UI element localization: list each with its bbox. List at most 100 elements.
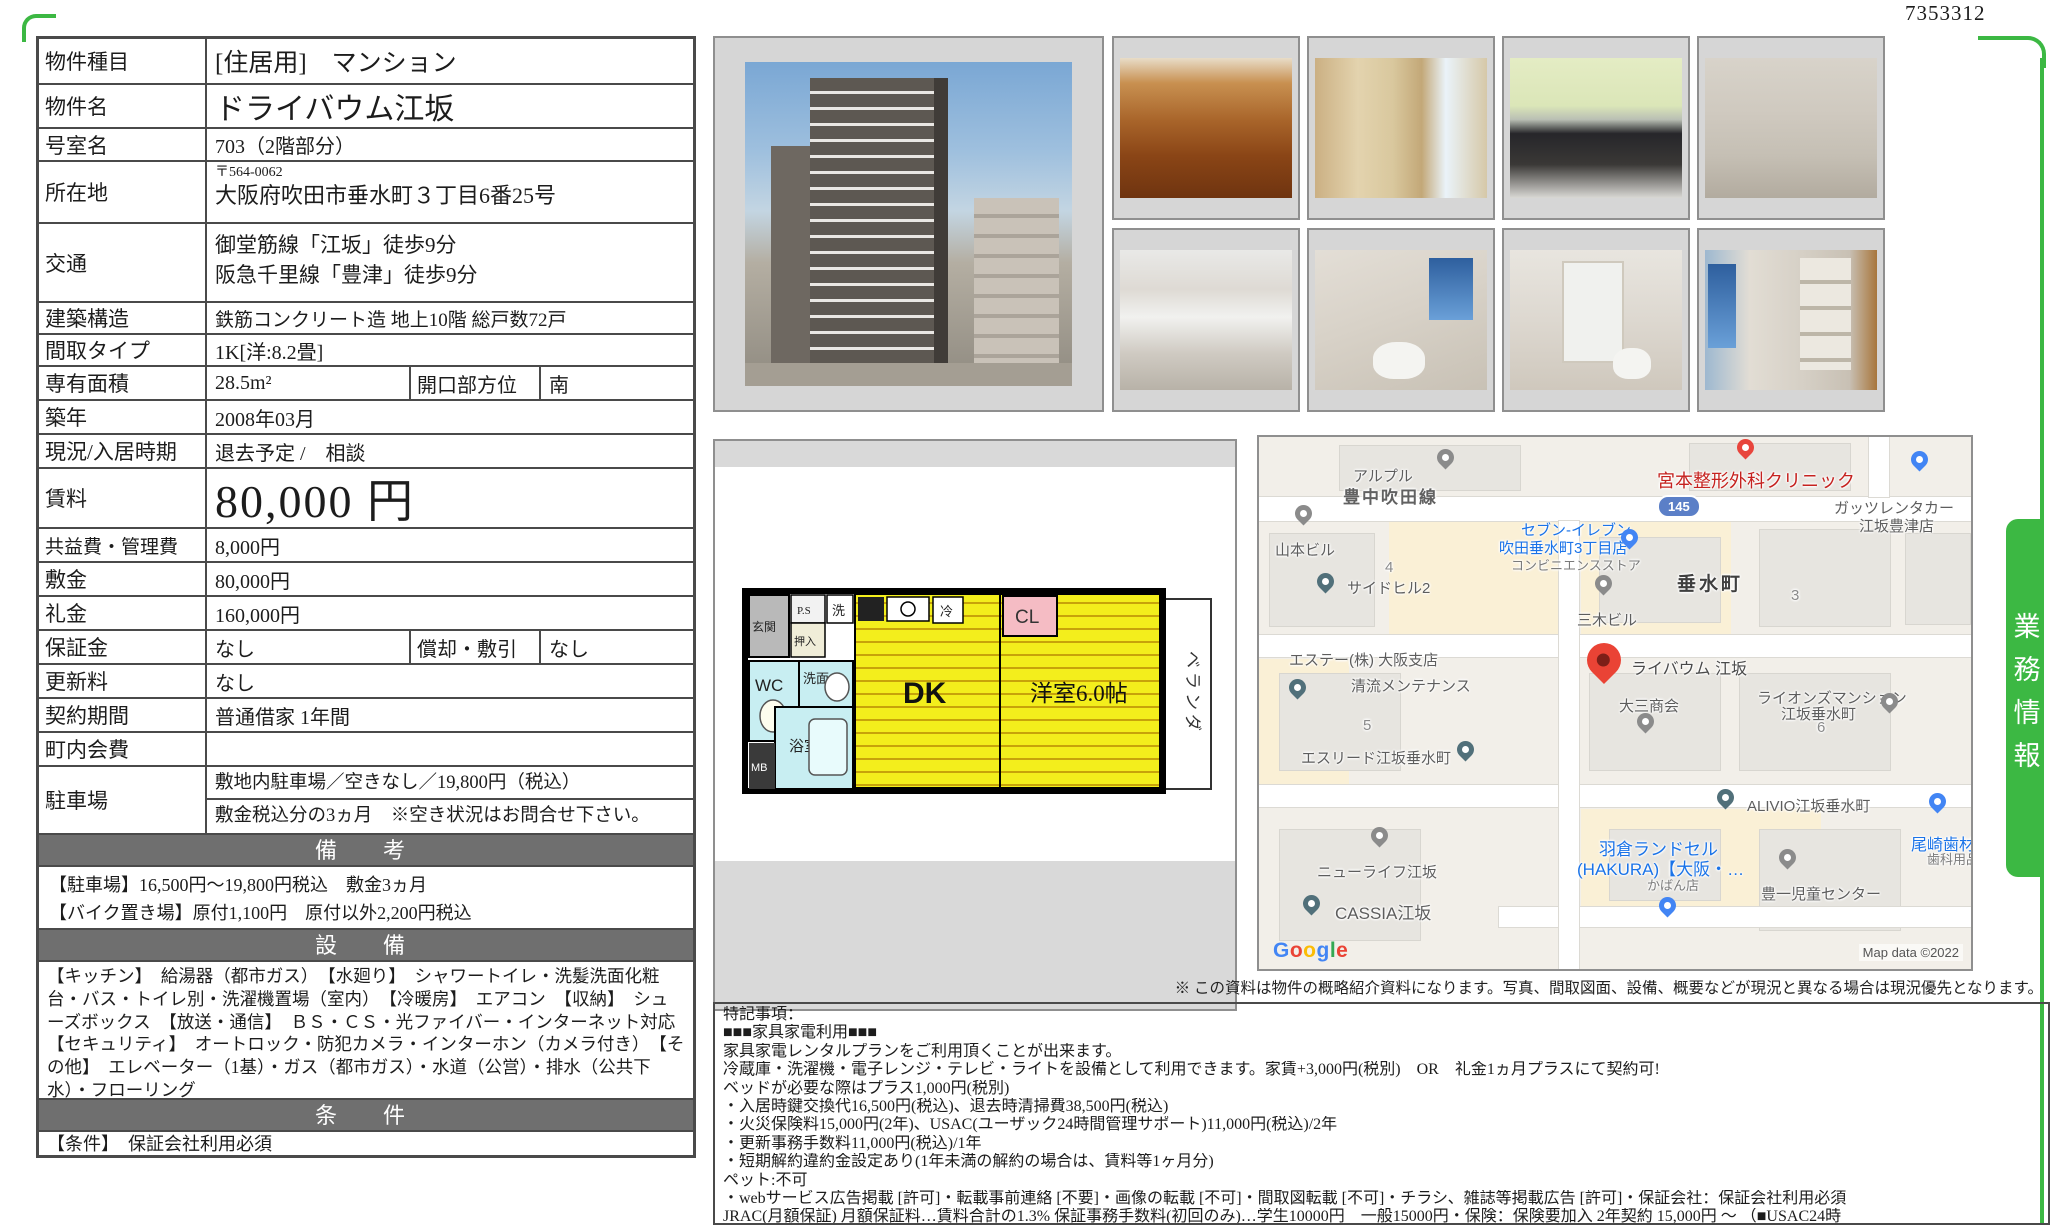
svg-text:冷: 冷 bbox=[940, 604, 953, 619]
remarks-block: 【駐車場】16,500円～19,800円税込 敷金3ヵ月 【バイク置き場】原付1… bbox=[39, 865, 693, 928]
field-label: 共益費・管理費 bbox=[39, 529, 207, 561]
google-logo: Google bbox=[1273, 939, 1348, 963]
field-value: 703（2階部分） bbox=[207, 129, 693, 160]
field-label: 町内会費 bbox=[39, 733, 207, 765]
block-number: 4 bbox=[1385, 559, 1393, 576]
photo-building-exterior bbox=[745, 62, 1072, 386]
field-label: 現況/入居時期 bbox=[39, 435, 207, 467]
table-row: 所在地 〒564-0062 大阪府吹田市垂水町３丁目6番25号 bbox=[39, 160, 693, 222]
map-label: 清流メンテナンス bbox=[1351, 675, 1471, 696]
map-road-label: 豊中吹田線 bbox=[1343, 483, 1438, 508]
map-label-sub: 歯科用品 bbox=[1927, 849, 1973, 868]
shelves bbox=[1800, 258, 1852, 370]
field-label: 物件名 bbox=[39, 85, 207, 127]
equipment-block: 【キッチン】 給湯器（都市ガス） 【水廻り】 シャワートイレ・洗髪洗面化粧台・バ… bbox=[39, 960, 693, 1098]
special-notes-line: 家具家電レンタルプランをご利用頂くことが出来ます。 bbox=[723, 1043, 2040, 1061]
parking-values: 敷地内駐車場／空きなし／19,800円（税込） 敷金税込分の3ヵ月 ※空き状況は… bbox=[207, 767, 693, 833]
field-value: 1K[洋:8.2畳] bbox=[207, 335, 693, 365]
special-notes-line: JRAC(月額保証) 月額保証料…賃料合計の1.3% 保証事務手数料(初回のみ)… bbox=[723, 1208, 2040, 1225]
remarks-line: 【駐車場】16,500円～19,800円税込 敷金3ヵ月 bbox=[49, 871, 683, 899]
map-copyright: Map data ©2022 bbox=[1859, 944, 1963, 961]
floor-plan-drawing: ベランダ CL 玄関 P.S 押入 洗 冷 WC bbox=[715, 441, 1235, 1009]
special-notes-line: ・webサービス広告掲載 [許可]・転載事前連絡 [不要]・画像の転載 [不可]… bbox=[723, 1190, 2040, 1208]
map-label: アルプル bbox=[1353, 465, 1413, 486]
green-border-top-right bbox=[1978, 36, 2046, 68]
transport: 御堂筋線「江坂」徒歩9分 阪急千里線「豊津」徒歩9分 bbox=[207, 224, 693, 301]
field-value: 28.5m² bbox=[207, 367, 409, 399]
table-row: 建築構造 鉄筋コンクリート造 地上10階 総戸数72戸 bbox=[39, 301, 693, 333]
svg-text:洗: 洗 bbox=[832, 603, 845, 618]
svg-text:DK: DK bbox=[903, 677, 947, 710]
field-value: 8,000円 bbox=[207, 529, 693, 561]
postal-code: 〒564-0062 bbox=[215, 165, 685, 181]
field-value: 80,000円 bbox=[207, 563, 693, 595]
special-notes-line: ・短期解約違約金設定あり(1年未満の解約の場合は、賃料等1ヶ月分) bbox=[723, 1153, 2040, 1171]
table-row: 専有面積 28.5m² 開口部方位 南 bbox=[39, 365, 693, 399]
floor-plan-box: ベランダ CL 玄関 P.S 押入 洗 冷 WC bbox=[713, 439, 1237, 1011]
field-label: 開口部方位 bbox=[409, 367, 541, 399]
field-label: 敷金 bbox=[39, 563, 207, 595]
field-label: 物件種目 bbox=[39, 39, 207, 83]
car-rental-pin-icon bbox=[1907, 447, 1931, 471]
table-row: 契約期間 普通借家 1年間 bbox=[39, 697, 693, 731]
property-map-label: ライバウム 江坂 bbox=[1631, 655, 1747, 679]
field-label: 間取タイプ bbox=[39, 335, 207, 365]
transport-line: 御堂筋線「江坂」徒歩9分 bbox=[215, 230, 685, 260]
table-row: 賃料 80,000 円 bbox=[39, 467, 693, 527]
photo-frame bbox=[1697, 36, 1885, 220]
building-neighbor bbox=[974, 198, 1059, 363]
address: 〒564-0062 大阪府吹田市垂水町３丁目6番25号 bbox=[207, 162, 693, 222]
photo-toilet bbox=[1315, 250, 1487, 390]
table-row: 敷金 80,000円 bbox=[39, 561, 693, 595]
field-value bbox=[207, 733, 693, 765]
table-row: 保証金 なし 償却・敷引 なし bbox=[39, 629, 693, 663]
location-map: 豊中吹田線 145 垂水町 アルプル 宮本整形外科クリニック ガッツレンタカー … bbox=[1257, 435, 1973, 971]
field-value: なし bbox=[207, 665, 693, 697]
bath-door bbox=[1562, 261, 1624, 363]
special-notes-line: ベッドが必要な際はプラス1,000円(税別) bbox=[723, 1080, 2040, 1098]
field-value: 南 bbox=[541, 367, 693, 399]
photo-kitchen-hall bbox=[1120, 58, 1292, 198]
conditions-block: 【条件】 保証会社利用必須 bbox=[39, 1130, 693, 1155]
transport-line: 阪急千里線「豊津」徒歩9分 bbox=[215, 260, 685, 290]
disclaimer-note: ※ この資料は物件の概略紹介資料になります。写真、間取図面、設備、概要などが現況… bbox=[713, 976, 2043, 998]
photo-shelf-closet bbox=[1705, 250, 1877, 390]
photo-frame bbox=[1502, 36, 1690, 220]
field-value: 160,000円 bbox=[207, 597, 693, 629]
map-label: 豊一児童センター bbox=[1761, 883, 1881, 904]
table-row: 交通 御堂筋線「江坂」徒歩9分 阪急千里線「豊津」徒歩9分 bbox=[39, 222, 693, 301]
window bbox=[1429, 258, 1474, 320]
document-number: 7353312 bbox=[1905, 1, 2035, 26]
table-row: 物件種目 [住居用] マンション bbox=[39, 39, 693, 83]
field-label: 所在地 bbox=[39, 162, 207, 222]
map-label: エスリード江坂垂水町 bbox=[1301, 747, 1451, 768]
special-notes-line: ・更新事務手数料11,000円(税込)/1年 bbox=[723, 1135, 2040, 1153]
toilet-shape bbox=[1613, 348, 1651, 379]
block-number: 6 bbox=[1817, 719, 1825, 736]
photo-frame bbox=[1112, 36, 1300, 220]
table-row: 町内会費 bbox=[39, 731, 693, 765]
building-side-wall bbox=[771, 146, 810, 363]
field-value: 鉄筋コンクリート造 地上10階 総戸数72戸 bbox=[207, 303, 693, 333]
field-label: 契約期間 bbox=[39, 699, 207, 731]
tab-gyomu-joho[interactable]: 業務情報 bbox=[2006, 519, 2044, 877]
photo-frame bbox=[1502, 228, 1690, 412]
map-building bbox=[1905, 533, 1971, 625]
photo-closet-mirror bbox=[1315, 58, 1487, 198]
map-label: 山本ビル bbox=[1275, 539, 1335, 560]
map-building bbox=[1279, 829, 1421, 941]
photo-bathroom bbox=[1705, 58, 1877, 198]
map-label: CASSIA江坂 bbox=[1335, 899, 1431, 924]
map-road bbox=[1559, 521, 1579, 971]
field-label: 号室名 bbox=[39, 129, 207, 160]
field-label: 築年 bbox=[39, 401, 207, 433]
field-label: 建築構造 bbox=[39, 303, 207, 333]
map-label-sub: コンビニエンスストア bbox=[1511, 555, 1641, 574]
photo-building-frame bbox=[713, 36, 1104, 412]
field-label: 賃料 bbox=[39, 469, 207, 527]
field-label: 更新料 bbox=[39, 665, 207, 697]
table-row: 号室名 703（2階部分） bbox=[39, 127, 693, 160]
field-value: 普通借家 1年間 bbox=[207, 699, 693, 731]
map-building bbox=[1589, 673, 1721, 771]
table-row: 共益費・管理費 8,000円 bbox=[39, 527, 693, 561]
